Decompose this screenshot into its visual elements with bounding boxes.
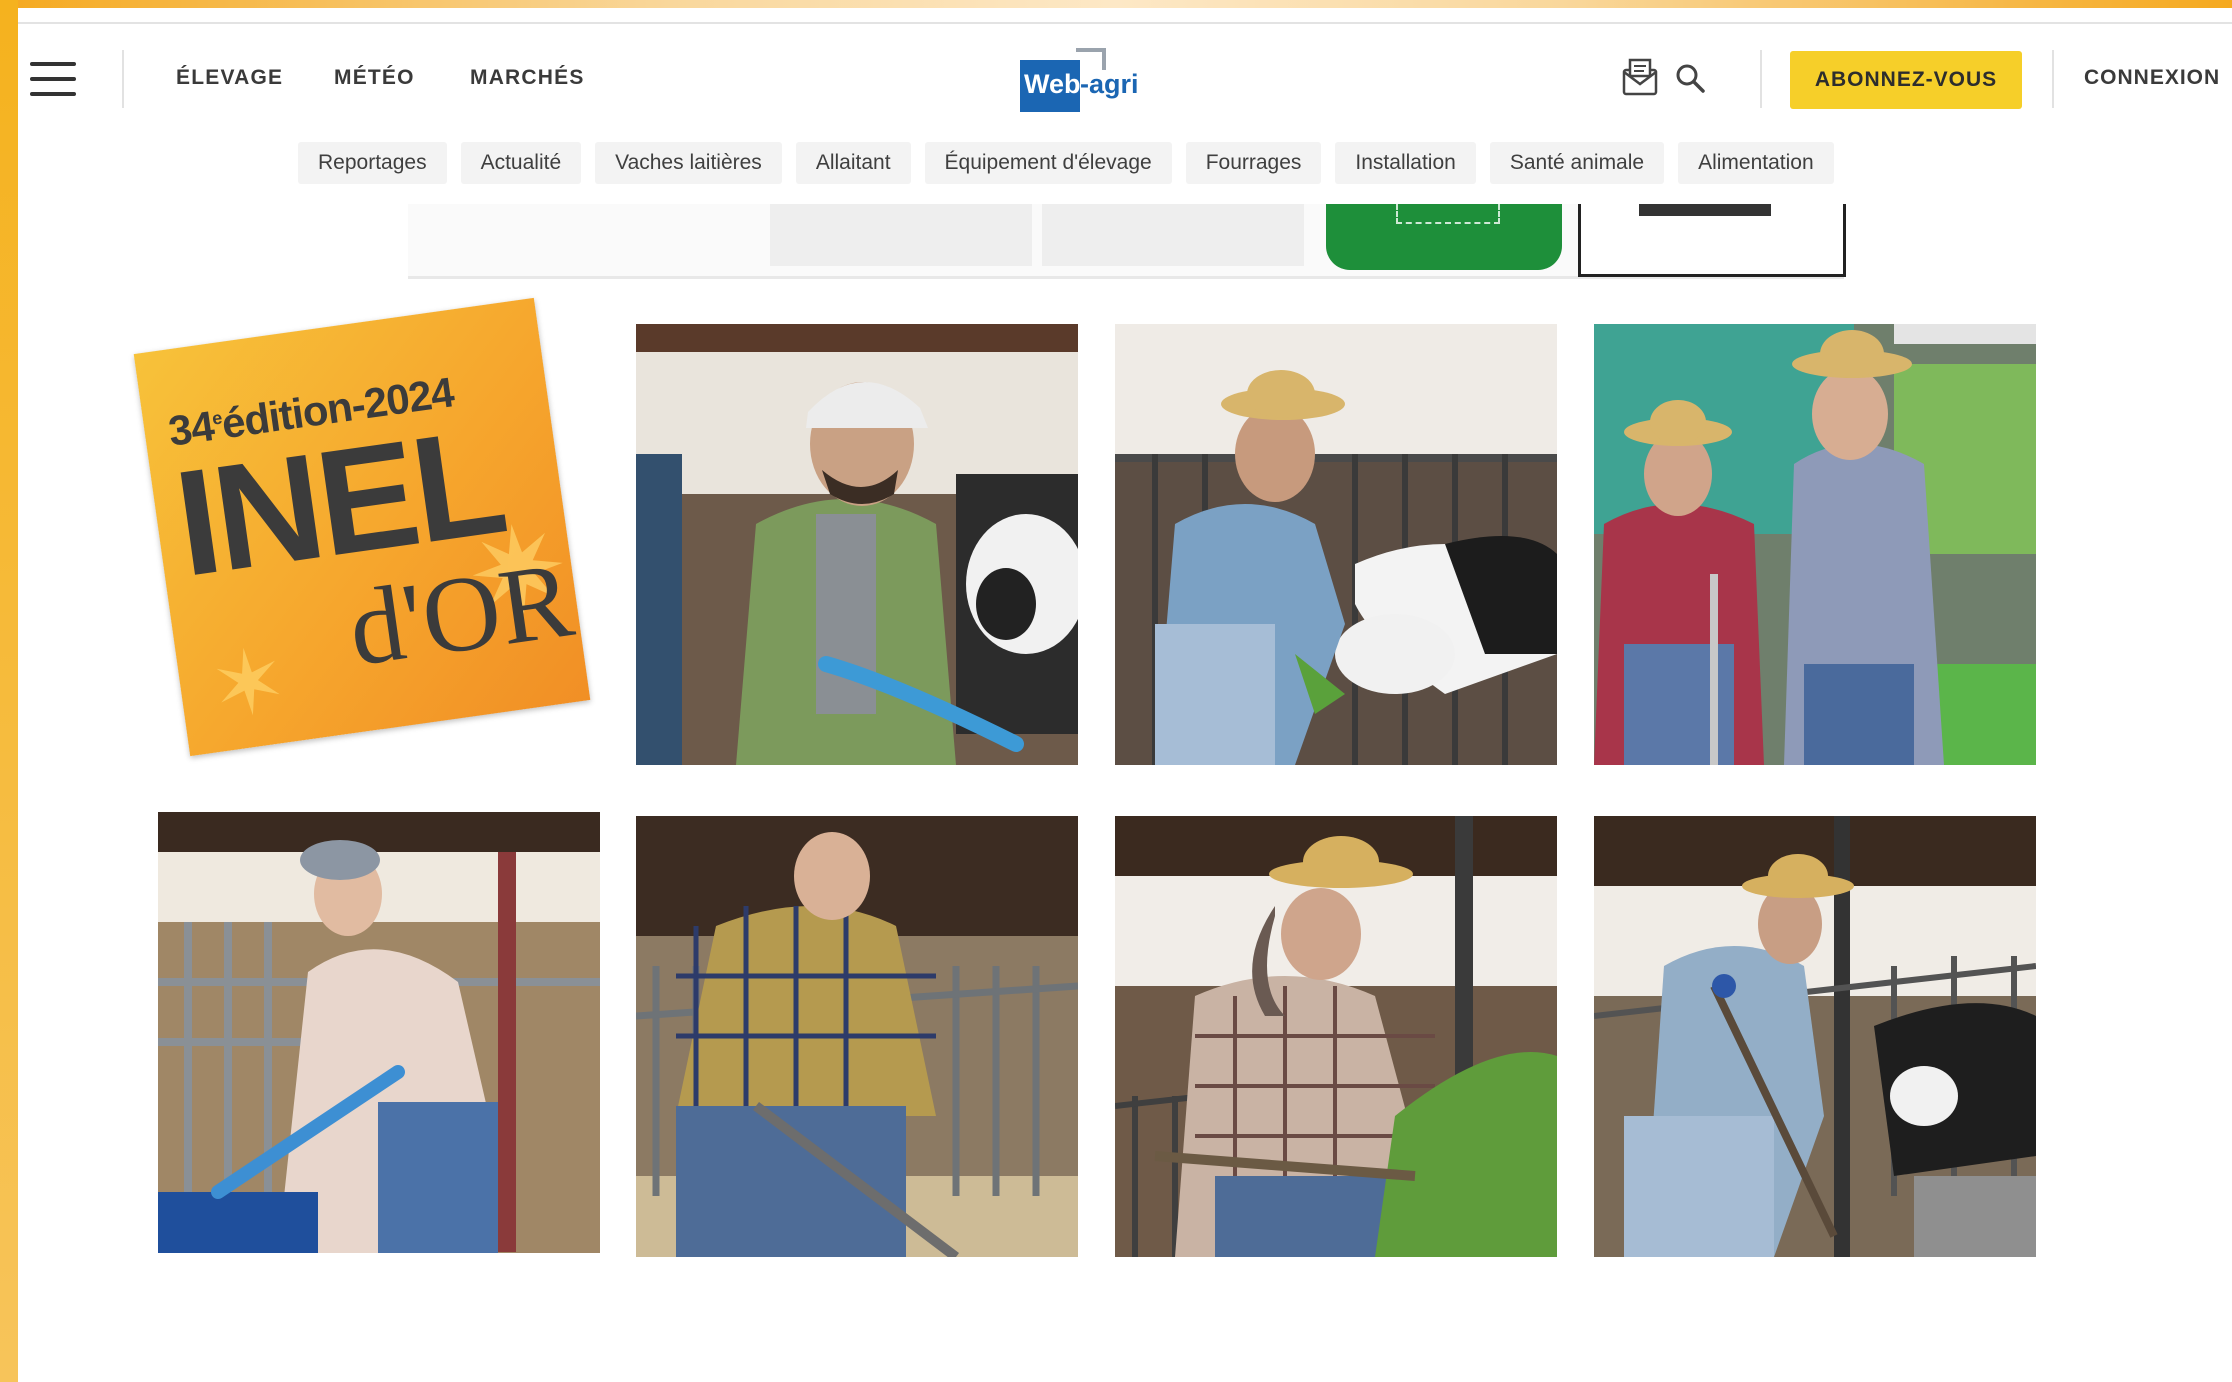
tab-equipement-elevage[interactable]: Équipement d'élevage [924, 142, 1172, 184]
inel-dor-badge[interactable]: ✷ ✶ 34eédition-2024 INEL d'OR [133, 297, 591, 757]
photo-farmer-green-jacket[interactable] [636, 324, 1078, 765]
hamburger-menu-icon[interactable] [30, 62, 76, 98]
nav-elevage[interactable]: ÉLEVAGE [176, 66, 283, 90]
site-header: ÉLEVAGE MÉTÉO MARCHÉS Web -agri ABONNEZ-… [18, 24, 2232, 134]
tab-sante-animale[interactable]: Santé animale [1489, 142, 1665, 184]
tab-actualite[interactable]: Actualité [460, 142, 582, 184]
photo-woman-hay[interactable] [1115, 816, 1557, 1257]
tab-vaches-laitieres[interactable]: Vaches laitières [595, 142, 782, 184]
envelope-icon[interactable] [1622, 58, 1658, 101]
web-agri-logo[interactable]: Web -agri [1020, 48, 1168, 112]
top-accent-bar [0, 0, 2232, 8]
tab-allaitant[interactable]: Allaitant [795, 142, 911, 184]
search-icon[interactable] [1674, 62, 1706, 99]
ad-cell [1042, 204, 1304, 266]
subscribe-button[interactable]: ABONNEZ-VOUS [1790, 51, 2022, 109]
ad-green-bag-image [1326, 204, 1562, 270]
ad-cell [770, 204, 1032, 266]
badge-subtitle: d'OR [341, 540, 580, 690]
ad-banner-strip[interactable] [408, 204, 1846, 279]
ad-frame-image [1578, 204, 1846, 277]
photo-two-farmers-talking[interactable] [1594, 324, 2036, 765]
category-subnav: Reportages Actualité Vaches laitières Al… [298, 142, 1834, 184]
tab-installation[interactable]: Installation [1335, 142, 1476, 184]
logo-corner-mark [1076, 48, 1106, 70]
nav-meteo[interactable]: MÉTÉO [334, 66, 415, 90]
photo-woman-shoveling[interactable] [158, 812, 600, 1253]
nav-marches[interactable]: MARCHÉS [470, 66, 585, 90]
login-link[interactable]: CONNEXION [2084, 66, 2220, 90]
photo-farmer-feeding-cow[interactable] [1115, 324, 1557, 765]
photo-woman-cows-fork[interactable] [1594, 816, 2036, 1257]
left-accent-bar [0, 0, 18, 1382]
sparkle-icon: ✶ [204, 629, 293, 740]
tab-fourrages[interactable]: Fourrages [1185, 142, 1322, 184]
tab-alimentation[interactable]: Alimentation [1678, 142, 1834, 184]
ad-cell [414, 204, 670, 266]
header-divider [122, 50, 124, 108]
tab-reportages[interactable]: Reportages [298, 142, 447, 184]
photo-man-pitchfork[interactable] [636, 816, 1078, 1257]
header-divider [2052, 50, 2054, 108]
logo-text-agri: -agri [1080, 69, 1139, 99]
header-divider [1760, 50, 1762, 108]
logo-text-web: Web [1024, 69, 1081, 99]
